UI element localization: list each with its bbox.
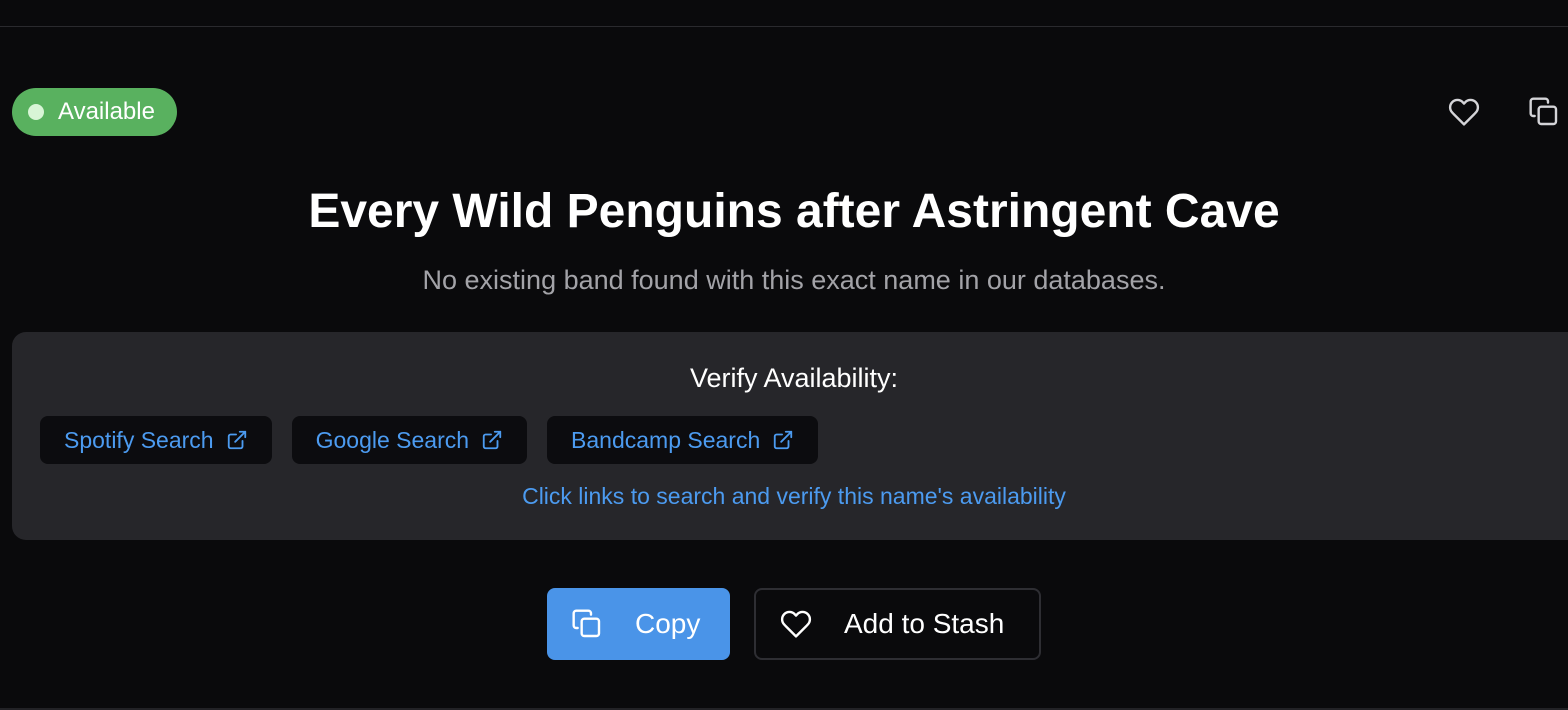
- google-search-link[interactable]: Google Search: [291, 416, 528, 464]
- search-link-label: Spotify Search: [64, 426, 214, 453]
- copy-icon: [1529, 97, 1558, 126]
- status-label: Available: [58, 98, 155, 125]
- verify-panel: Verify Availability: Spotify Search Goog…: [12, 332, 1568, 540]
- copy-name-button[interactable]: [1524, 92, 1564, 132]
- verify-heading: Verify Availability:: [689, 363, 899, 393]
- band-name-title: Every Wild Penguins after Astringent Cav…: [308, 185, 1280, 238]
- verify-hint: Click links to search and verify this na…: [522, 483, 1066, 509]
- spotify-search-link[interactable]: Spotify Search: [40, 416, 272, 464]
- add-to-stash-label: Add to Stash: [844, 608, 1005, 639]
- favorite-button[interactable]: [1444, 92, 1484, 132]
- top-divider: [0, 26, 1568, 27]
- heart-icon: [1448, 98, 1480, 126]
- status-badge: Available: [12, 88, 177, 136]
- action-buttons: Copy Add to Stash: [547, 588, 1041, 660]
- external-link-icon: [774, 430, 793, 450]
- external-link-icon: [227, 430, 246, 450]
- search-link-label: Bandcamp Search: [571, 426, 761, 453]
- result-card: Available Every Wild Penguins after Astr…: [0, 0, 1568, 710]
- add-to-stash-button[interactable]: Add to Stash: [754, 588, 1041, 660]
- copy-button[interactable]: Copy: [547, 588, 730, 660]
- external-link-icon: [482, 430, 502, 450]
- copy-button-label: Copy: [635, 608, 701, 639]
- heart-icon: [780, 610, 812, 638]
- availability-message: No existing band found with this exact n…: [422, 265, 1166, 295]
- copy-icon: [572, 609, 601, 638]
- search-links: Spotify Search Google Search Bandcamp Se…: [40, 416, 819, 464]
- bandcamp-search-link[interactable]: Bandcamp Search: [547, 416, 819, 464]
- status-dot-icon: [28, 104, 44, 120]
- search-link-label: Google Search: [315, 426, 470, 453]
